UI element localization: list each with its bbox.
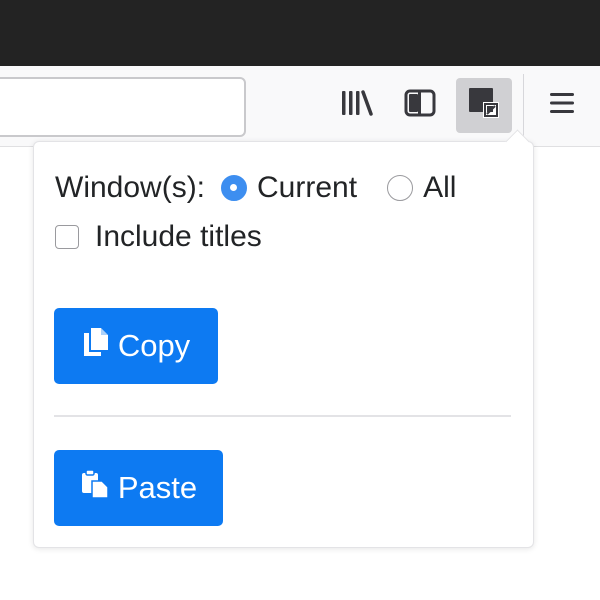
paste-label: Paste xyxy=(117,470,198,505)
window-titlebar xyxy=(0,0,600,66)
paste-button[interactable]: Paste xyxy=(54,450,223,526)
extension-button[interactable] xyxy=(456,78,512,133)
include-titles-checkbox[interactable] xyxy=(55,225,79,249)
radio-current-label: Current xyxy=(257,171,358,204)
copy-label: Copy xyxy=(117,328,191,363)
url-bar[interactable] xyxy=(0,77,246,137)
include-titles-option[interactable]: Include titles xyxy=(55,218,262,256)
browser-toolbar xyxy=(0,66,600,147)
library-button[interactable] xyxy=(329,78,385,133)
radio-all-label: All xyxy=(423,171,457,204)
radio-current-option[interactable]: Current xyxy=(221,171,357,205)
copy-icon xyxy=(82,326,118,366)
toolbar-separator xyxy=(523,74,524,136)
include-titles-label: Include titles xyxy=(95,220,262,253)
divider xyxy=(54,415,511,417)
radio-all[interactable] xyxy=(387,175,414,201)
radio-all-option[interactable]: All xyxy=(387,171,456,205)
copy-button[interactable]: Copy xyxy=(54,308,218,384)
sidebar-icon xyxy=(404,89,436,122)
windows-label: Window(s): xyxy=(55,171,206,204)
sidebar-toggle-button[interactable] xyxy=(392,78,448,133)
open-menu-button[interactable] xyxy=(534,78,590,133)
extension-popup-panel: Window(s): Current All Include titles Co… xyxy=(33,129,534,548)
radio-current[interactable] xyxy=(221,175,248,201)
library-icon xyxy=(341,90,373,121)
hamburger-menu-icon xyxy=(549,91,575,120)
windows-option-row: Window(s): Current All xyxy=(55,169,456,207)
extension-icon xyxy=(467,86,501,125)
paste-icon xyxy=(80,468,118,508)
